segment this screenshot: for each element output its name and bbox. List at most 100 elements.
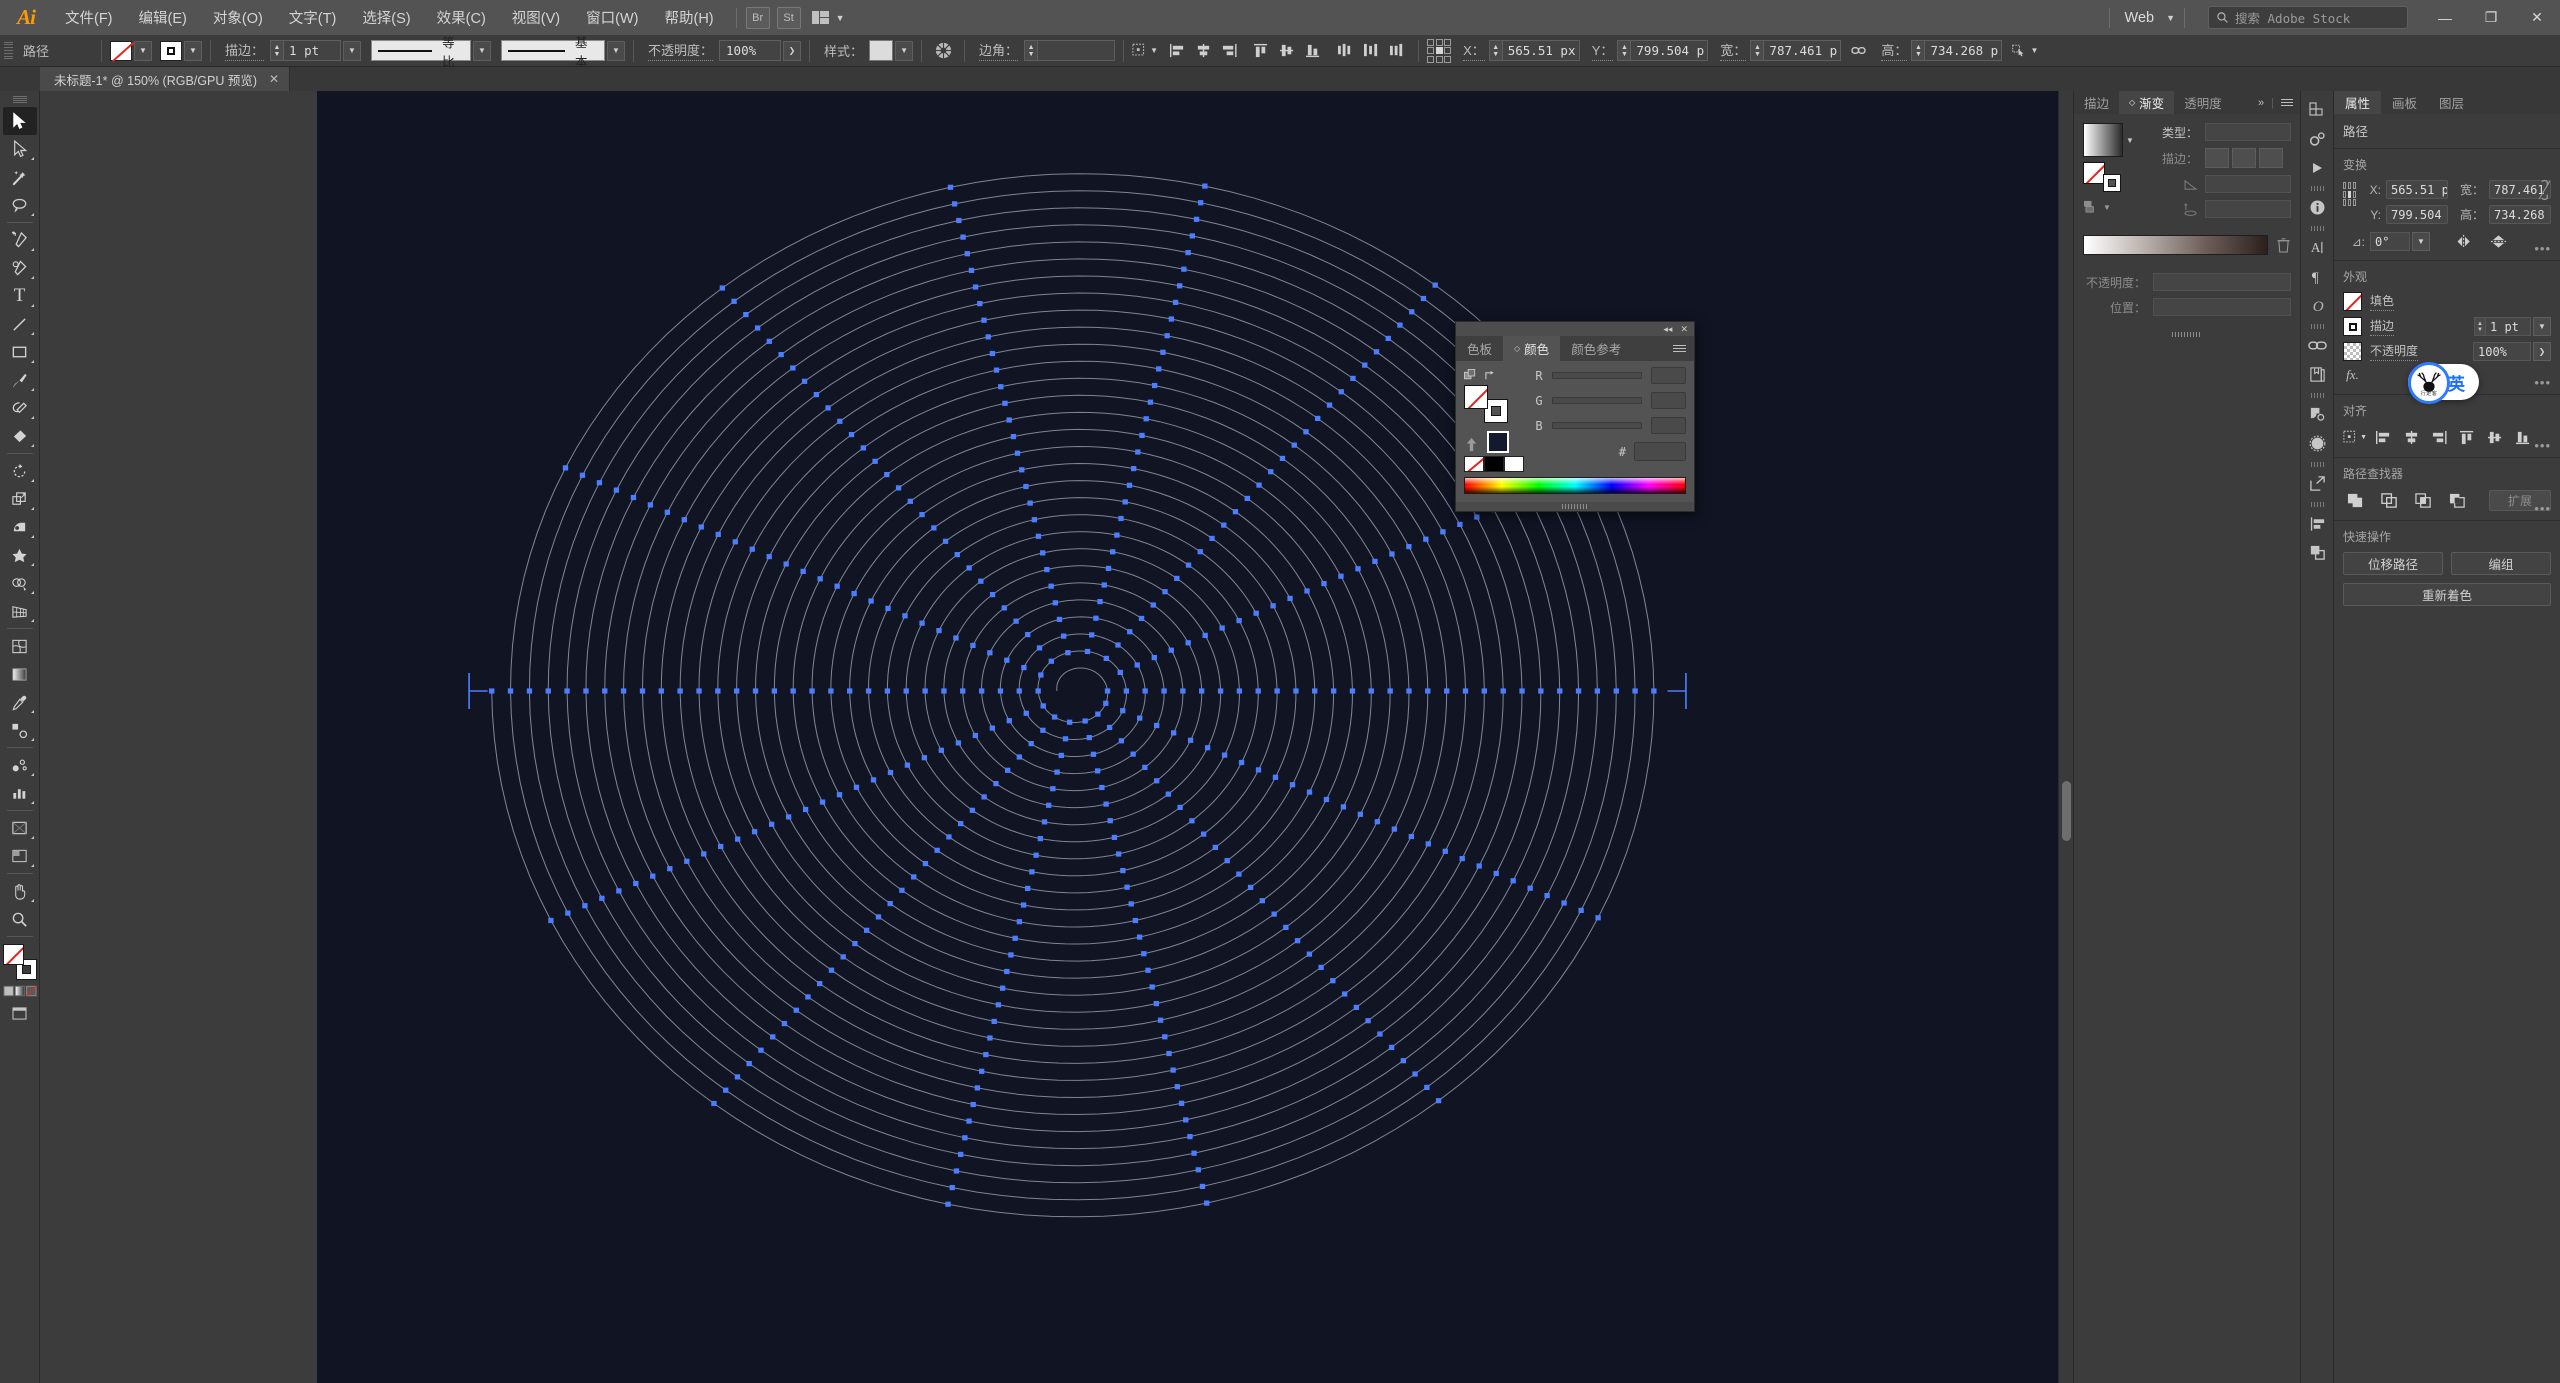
anchor-point[interactable]: [650, 874, 655, 879]
swap-fill-stroke-icon[interactable]: [1484, 370, 1497, 382]
swatch-black[interactable]: [1484, 456, 1504, 472]
anchor-point[interactable]: [958, 1152, 963, 1157]
anchor-point[interactable]: [970, 643, 975, 648]
anchor-point[interactable]: [1048, 584, 1053, 589]
gradient-angle-input[interactable]: [2205, 175, 2291, 193]
anchor-point[interactable]: [994, 368, 999, 373]
anchor-point[interactable]: [1127, 483, 1132, 488]
anchor-point[interactable]: [1477, 863, 1482, 868]
anchor-point[interactable]: [1059, 753, 1064, 758]
tab-swatches[interactable]: 色板: [1456, 336, 1503, 361]
anchor-point[interactable]: [905, 763, 910, 768]
anchor-point[interactable]: [1372, 559, 1377, 564]
anchor-point[interactable]: [1105, 688, 1110, 693]
anchor-point[interactable]: [864, 928, 869, 933]
anchor-point[interactable]: [1102, 582, 1107, 587]
expand-panels-icon[interactable]: »: [2258, 97, 2264, 109]
anchor-point[interactable]: [1209, 536, 1214, 541]
anchor-point[interactable]: [1362, 363, 1367, 368]
anchor-point[interactable]: [1424, 1085, 1429, 1090]
anchor-point[interactable]: [814, 392, 819, 397]
gradient-stroke-across-button[interactable]: [2259, 148, 2283, 168]
appearance-opacity-swatch[interactable]: [2343, 342, 2362, 361]
collapse-icon[interactable]: ◂◂: [1663, 324, 1672, 335]
anchor-point[interactable]: [735, 837, 740, 842]
anchor-point[interactable]: [1511, 878, 1516, 883]
anchor-point[interactable]: [1120, 708, 1125, 713]
anchor-point[interactable]: [1017, 688, 1022, 693]
anchor-point[interactable]: [1187, 1134, 1192, 1139]
sidebar-item-scale-tool[interactable]: [3, 485, 37, 513]
sidebar-item-artboard-tool[interactable]: [3, 814, 37, 842]
anchor-point[interactable]: [750, 547, 755, 552]
brush-dropdown[interactable]: ▼: [607, 41, 625, 61]
anchor-point[interactable]: [1358, 812, 1363, 817]
anchor-point[interactable]: [1025, 886, 1030, 891]
anchor-point[interactable]: [1087, 735, 1092, 740]
sidebar-item-type-tool[interactable]: T: [3, 282, 37, 310]
anchor-point[interactable]: [1538, 688, 1543, 693]
anchor-point[interactable]: [854, 785, 859, 790]
anchor-point[interactable]: [1170, 1068, 1175, 1073]
anchor-point[interactable]: [1013, 619, 1018, 624]
align-bottom-button[interactable]: [2511, 426, 2535, 448]
anchor-point[interactable]: [1130, 752, 1135, 757]
anchor-point[interactable]: [1273, 775, 1278, 780]
sidebar-item-lasso-tool[interactable]: [3, 191, 37, 219]
anchor-point[interactable]: [1119, 738, 1124, 743]
anchor-point[interactable]: [1614, 688, 1619, 693]
anchor-point[interactable]: [1033, 853, 1038, 858]
anchor-point[interactable]: [1239, 760, 1244, 765]
sidebar-item-direct-selection-tool[interactable]: [3, 135, 37, 163]
anchor-point[interactable]: [1412, 1071, 1417, 1076]
anchor-point[interactable]: [970, 808, 975, 813]
anchor-point[interactable]: [956, 218, 961, 223]
rail-group-grip[interactable]: [2311, 324, 2324, 329]
anchor-point[interactable]: [1106, 566, 1111, 571]
anchor-point[interactable]: [1110, 549, 1115, 554]
anchor-point[interactable]: [597, 480, 602, 485]
anchor-point[interactable]: [1115, 642, 1120, 647]
menu-select[interactable]: 选择(S): [349, 0, 423, 35]
anchor-point[interactable]: [1021, 665, 1026, 670]
anchor-point[interactable]: [1651, 688, 1656, 693]
height-stepper[interactable]: ▲▼: [1911, 40, 1924, 61]
anchor-point[interactable]: [790, 365, 795, 370]
anchor-point[interactable]: [1135, 449, 1140, 454]
anchor-point[interactable]: [1397, 323, 1402, 328]
anchor-point[interactable]: [1339, 389, 1344, 394]
anchor-point[interactable]: [1290, 782, 1295, 787]
slider-r[interactable]: R: [1526, 367, 1686, 384]
panel-resize-grip[interactable]: [2172, 332, 2202, 337]
anchor-point[interactable]: [1041, 703, 1046, 708]
anchor-point[interactable]: [1342, 991, 1347, 996]
anchor-point[interactable]: [1183, 1117, 1188, 1122]
swatch-white[interactable]: [1504, 456, 1524, 472]
anchor-point[interactable]: [1256, 483, 1261, 488]
align-center-h-button[interactable]: [2399, 426, 2423, 448]
anchor-point[interactable]: [769, 822, 774, 827]
appearance-fill-swatch[interactable]: [2343, 292, 2362, 311]
align-top-button[interactable]: [2455, 426, 2479, 448]
symbols-panel-icon[interactable]: [2303, 95, 2332, 124]
tab-stroke[interactable]: 描边: [2074, 91, 2119, 114]
transform-height-input[interactable]: 734.268: [2489, 205, 2551, 224]
anchor-point[interactable]: [767, 554, 772, 559]
asset-export-panel-icon[interactable]: [2303, 469, 2332, 498]
anchor-point[interactable]: [1042, 819, 1047, 824]
anchor-point[interactable]: [990, 592, 995, 597]
transform-reference-point[interactable]: [1427, 39, 1451, 63]
anchor-point[interactable]: [1377, 1031, 1382, 1036]
anchor-point[interactable]: [1025, 632, 1030, 637]
anchor-point[interactable]: [1196, 1167, 1201, 1172]
slider-g-value[interactable]: [1651, 392, 1686, 409]
transform-more-options[interactable]: •••: [2534, 241, 2551, 256]
anchor-point[interactable]: [1049, 659, 1054, 664]
anchor-point[interactable]: [923, 861, 928, 866]
anchor-point[interactable]: [1175, 1084, 1180, 1089]
anchor-point[interactable]: [1149, 984, 1154, 989]
anchor-point[interactable]: [602, 688, 607, 693]
tab-gradient[interactable]: ◇ 渐变: [2119, 91, 2174, 114]
document-tab[interactable]: 未标题-1* @ 150% (RGB/GPU 预览) ✕: [40, 67, 290, 91]
document-info-panel-icon[interactable]: [2303, 193, 2332, 222]
